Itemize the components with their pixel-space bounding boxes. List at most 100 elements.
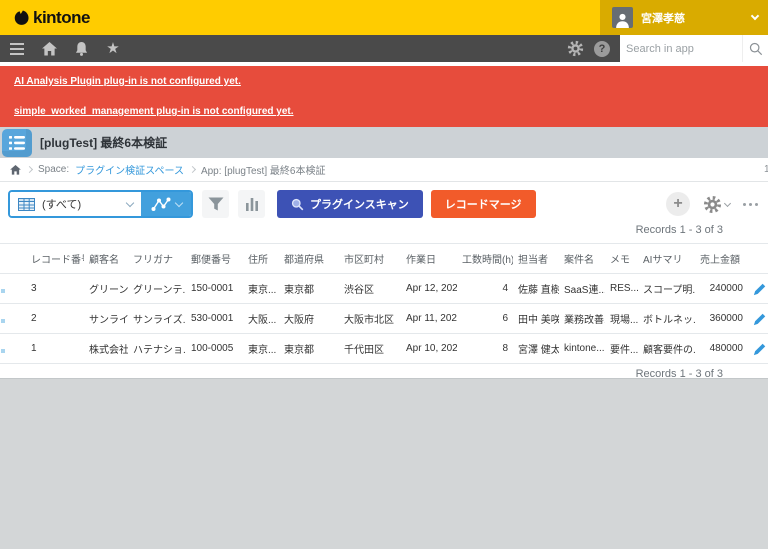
column-header: 都道府県 xyxy=(279,244,339,274)
cell-city: 渋谷区 xyxy=(339,274,401,304)
filter-button[interactable] xyxy=(202,190,229,218)
cell-zip: 530-0001 xyxy=(186,304,243,334)
chevron-down-icon xyxy=(724,199,731,206)
more-options-button[interactable] xyxy=(743,203,760,206)
cell-zip: 100-0005 xyxy=(186,334,243,364)
collapsed-panel-edge: 1 xyxy=(764,164,768,176)
app-title-bar: [plugTest] 最終6本検証 xyxy=(0,127,768,158)
settings-gear-icon[interactable] xyxy=(566,40,584,58)
records-count-top: Records 1 - 3 of 3 xyxy=(0,224,768,236)
user-avatar-icon xyxy=(612,7,633,28)
app-title: [plugTest] 最終6本検証 xyxy=(40,134,167,151)
cell-project: 業務改善... xyxy=(559,304,605,334)
top-header: kintone 宮澤孝慈 xyxy=(0,0,768,35)
chevron-down-icon xyxy=(751,12,759,20)
column-header: フリガナ xyxy=(128,244,186,274)
column-header: 顧客名 xyxy=(84,244,128,274)
cell-work-date: Apr 11, 2026 xyxy=(401,304,457,334)
record-merge-button[interactable]: レコードマージ xyxy=(431,190,536,218)
cell-city: 大阪市北区 xyxy=(339,304,401,334)
cell-work-date: Apr 10, 2026 xyxy=(401,334,457,364)
menu-icon[interactable] xyxy=(8,40,26,58)
chart-button[interactable] xyxy=(238,190,265,218)
cell-ai-summary: スコープ明... xyxy=(638,274,695,304)
user-menu[interactable]: 宮澤孝慈 xyxy=(600,0,768,35)
plugin-scan-label: プラグインスキャン xyxy=(310,196,409,212)
table-row: 3 グリーン... グリーンテ... 150-0001 東京... 東京都 渋谷… xyxy=(0,274,768,304)
cell-record-number: 2 xyxy=(26,304,84,334)
edit-record-button[interactable] xyxy=(753,282,767,296)
cell-furigana: サンライズ... xyxy=(128,304,186,334)
cell-customer: サンライ... xyxy=(84,304,128,334)
cell-work-date: Apr 12, 2026 xyxy=(401,274,457,304)
alert-link-simple-worked[interactable]: simple_worked_management plug-in is not … xyxy=(14,106,754,117)
column-header-edit xyxy=(748,244,768,274)
plugin-scan-button[interactable]: プラグインスキャン xyxy=(277,190,423,218)
column-header: 市区町村 xyxy=(339,244,401,274)
column-header: 担当者 xyxy=(513,244,559,274)
cell-prefecture: 東京都 xyxy=(279,274,339,304)
cell-assignee: 宮澤 健太 xyxy=(513,334,559,364)
cell-project: SaaS連... xyxy=(559,274,605,304)
column-header: 郵便番号 xyxy=(186,244,243,274)
app-settings-button[interactable] xyxy=(703,195,730,214)
cell-sales: 360000 xyxy=(695,304,748,334)
column-header: レコード番号 xyxy=(26,244,84,274)
breadcrumb-separator-icon xyxy=(189,166,196,173)
page-background xyxy=(0,378,768,549)
chevron-down-icon xyxy=(126,198,134,206)
cell-hours: 6 xyxy=(457,304,513,334)
home-icon[interactable] xyxy=(40,40,58,58)
records-count-bottom: Records 1 - 3 of 3 xyxy=(0,368,768,380)
record-list-view: (すべて) プラグインスキャン レコードマージ + xyxy=(0,182,768,378)
cell-address: 東京... xyxy=(243,334,279,364)
search-icon[interactable] xyxy=(742,35,768,62)
cell-memo: 現場... xyxy=(605,304,638,334)
edit-record-button[interactable] xyxy=(753,312,767,326)
cell-assignee: 佐藤 直樹 xyxy=(513,274,559,304)
breadcrumb-app-label: App: [plugTest] 最終6本検証 xyxy=(201,162,326,177)
column-header: 売上金額 xyxy=(695,244,748,274)
search-input[interactable] xyxy=(620,43,742,55)
breadcrumb-home-icon[interactable] xyxy=(10,165,21,175)
table-view-icon xyxy=(18,198,35,211)
cell-prefecture: 東京都 xyxy=(279,334,339,364)
kintone-logo[interactable]: kintone xyxy=(0,8,90,28)
view-selector-label: (すべて) xyxy=(42,196,120,212)
app-icon[interactable] xyxy=(2,129,32,157)
records-table: レコード番号 顧客名 フリガナ 郵便番号 住所 都道府県 市区町村 作業日 工数… xyxy=(0,243,768,364)
column-header-icon xyxy=(0,244,26,274)
breadcrumb-space-link[interactable]: プラグイン検証スペース xyxy=(75,162,184,177)
alert-link-ai-analysis[interactable]: AI Analysis Plugin plug-in is not config… xyxy=(14,76,754,87)
cell-prefecture: 大阪府 xyxy=(279,304,339,334)
breadcrumb-space-label: Space: xyxy=(38,164,69,175)
breadcrumb: Space: プラグイン検証スペース App: [plugTest] 最終6本検… xyxy=(0,158,768,182)
cell-address: 東京... xyxy=(243,274,279,304)
add-record-button[interactable]: + xyxy=(666,192,690,216)
record-merge-label: レコードマージ xyxy=(445,196,522,212)
help-icon[interactable]: ? xyxy=(594,41,610,57)
global-navbar: ★ ? xyxy=(0,35,768,62)
cell-zip: 150-0001 xyxy=(186,274,243,304)
column-header: 案件名 xyxy=(559,244,605,274)
cell-customer: 株式会社... xyxy=(84,334,128,364)
column-header: 工数時間(h) xyxy=(457,244,513,274)
breadcrumb-separator-icon xyxy=(26,166,33,173)
view-selector[interactable]: (すべて) xyxy=(10,192,141,216)
notification-bell-icon[interactable] xyxy=(72,40,90,58)
column-header: 作業日 xyxy=(401,244,457,274)
cell-assignee: 田中 美咲 xyxy=(513,304,559,334)
table-row: 1 株式会社... ハテナショ... 100-0005 東京... 東京都 千代… xyxy=(0,334,768,364)
cell-memo: 要件... xyxy=(605,334,638,364)
kintone-leaf-icon xyxy=(14,10,29,25)
cell-memo: RES... xyxy=(605,274,638,304)
cell-record-number: 1 xyxy=(26,334,84,364)
favorites-star-icon[interactable]: ★ xyxy=(104,40,122,58)
graph-view-button[interactable] xyxy=(141,192,191,216)
column-header: 住所 xyxy=(243,244,279,274)
cell-ai-summary: ボトルネッ... xyxy=(638,304,695,334)
cell-furigana: グリーンテ... xyxy=(128,274,186,304)
cell-project: kintone... xyxy=(559,334,605,364)
edit-record-button[interactable] xyxy=(753,342,767,356)
chevron-down-icon xyxy=(174,198,182,206)
